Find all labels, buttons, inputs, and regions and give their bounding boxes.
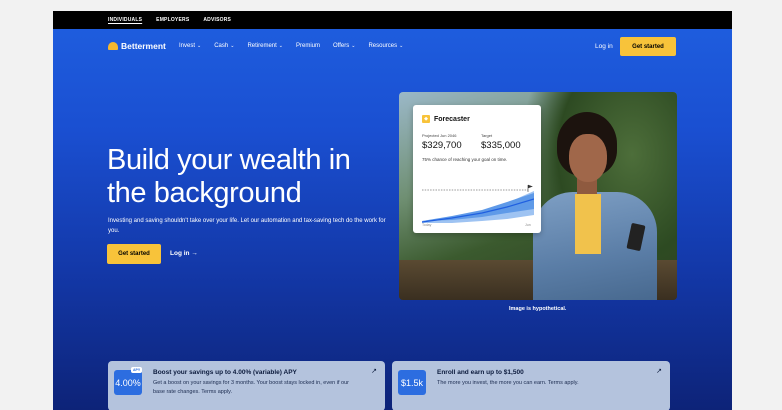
promo-title: Boost your savings up to 4.00% (variable… [153, 369, 297, 376]
chevron-down-icon: ⌄ [278, 43, 283, 49]
apy-tag: APY [131, 367, 143, 373]
promo-card-enroll[interactable]: $1.5k Enroll and earn up to $1,500 The m… [392, 361, 670, 410]
promo-badge: 4.00% [114, 370, 142, 395]
person-shirt [575, 194, 601, 254]
nav-login-link[interactable]: Log in [595, 43, 613, 50]
promo-card-savings[interactable]: 4.00% APY Boost your savings up to 4.00%… [108, 361, 385, 410]
projected-value: $329,700 [422, 140, 462, 151]
promo-title: Enroll and earn up to $1,500 [437, 369, 524, 376]
nav-item-cash[interactable]: Cash ⌄ [214, 43, 234, 49]
chevron-down-icon: ⌄ [230, 43, 235, 49]
flag-icon [527, 184, 533, 192]
forecaster-title: Forecaster [434, 115, 470, 123]
audience-employers-link[interactable]: EMPLOYERS [156, 17, 189, 23]
chevron-down-icon: ⌄ [399, 43, 404, 49]
logo-icon [108, 42, 118, 50]
hero-image: ◆ Forecaster Projected Jun 2046 $329,700… [399, 92, 677, 300]
chance-note: 75% chance of reaching your goal on time… [422, 157, 508, 162]
person-illustration [527, 112, 667, 300]
forecast-chart [422, 184, 534, 223]
nav-item-label: Retirement [247, 43, 277, 49]
promo-badge: $1.5k [398, 370, 426, 395]
nav-item-premium[interactable]: Premium [296, 43, 320, 49]
axis-start-label: Today [422, 223, 432, 227]
nav-item-label: Premium [295, 43, 320, 49]
nav-item-label: Offers [333, 43, 350, 49]
target-label: Target [481, 133, 493, 138]
hero-subtitle: Investing and saving shouldn't take over… [108, 218, 386, 234]
chevron-down-icon: ⌄ [351, 43, 356, 49]
nav-item-retirement[interactable]: Retirement ⌄ [247, 43, 283, 49]
logo-text: Betterment [121, 41, 166, 51]
main-nav: Betterment Invest ⌄ Cash ⌄ Retirement ⌄ Pre… [53, 29, 732, 65]
forecaster-header: ◆ Forecaster [422, 115, 470, 123]
hero-login-link[interactable]: Log in → [170, 250, 198, 257]
external-arrow-icon: ↗ [371, 368, 377, 375]
promo-body: Get a boost on your savings for 3 months… [153, 380, 349, 395]
chevron-down-icon: ⌄ [197, 43, 202, 49]
brand-logo[interactable]: Betterment [108, 41, 166, 51]
audience-bar: INDIVIDUALS EMPLOYERS ADVISORS [53, 11, 732, 29]
image-caption: Image is hypothetical. [509, 306, 567, 312]
target-value: $335,000 [481, 140, 521, 151]
hero-get-started-button[interactable]: Get started [107, 244, 161, 264]
nav-item-label: Resources [368, 43, 398, 49]
nav-item-label: Invest [179, 43, 196, 49]
axis-end-label: Jun [525, 223, 531, 227]
hero-title: Build your wealth in the background [107, 144, 351, 209]
nav-item-invest[interactable]: Invest ⌄ [179, 43, 201, 49]
browser-page: INDIVIDUALS EMPLOYERS ADVISORS Bettermen… [53, 11, 732, 410]
external-arrow-icon: ↗ [656, 368, 662, 375]
nav-item-offers[interactable]: Offers ⌄ [333, 43, 355, 49]
nav-item-resources[interactable]: Resources ⌄ [368, 43, 403, 49]
forecaster-card: ◆ Forecaster Projected Jun 2046 $329,700… [413, 105, 541, 233]
promo-body: The more you invest, the more you can ea… [437, 380, 579, 386]
audience-advisors-link[interactable]: ADVISORS [203, 17, 231, 23]
projected-label: Projected Jun 2046 [422, 133, 457, 138]
forecaster-icon: ◆ [422, 115, 430, 123]
nav-item-label: Cash [214, 43, 229, 49]
person-face [569, 134, 607, 182]
nav-get-started-button[interactable]: Get started [620, 37, 676, 56]
nav-menu: Invest ⌄ Cash ⌄ Retirement ⌄ Premium Offers… [179, 43, 403, 49]
audience-individuals-link[interactable]: INDIVIDUALS [108, 17, 142, 23]
